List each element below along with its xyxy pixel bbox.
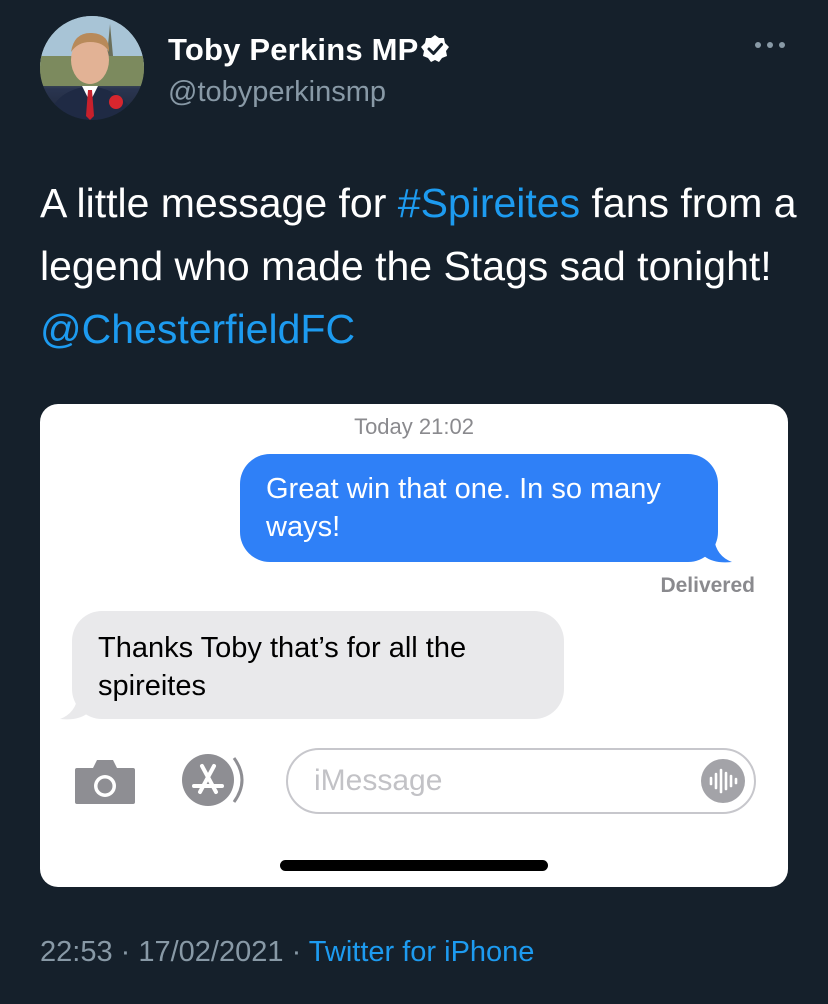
attached-image[interactable]: Today 21:02 Great win that one. In so ma… bbox=[40, 404, 788, 887]
mention-link[interactable]: @ChesterfieldFC bbox=[40, 306, 355, 352]
imessage-input[interactable]: iMessage bbox=[286, 748, 756, 814]
hashtag-link[interactable]: #Spireites bbox=[398, 180, 580, 226]
tweet-source-link[interactable]: Twitter for iPhone bbox=[309, 936, 535, 968]
app-store-icon[interactable] bbox=[178, 752, 254, 808]
avatar[interactable] bbox=[40, 16, 144, 120]
verified-badge-icon bbox=[421, 35, 449, 62]
camera-icon[interactable] bbox=[73, 756, 137, 806]
user-handle[interactable]: @tobyperkinsmp bbox=[168, 76, 386, 109]
display-name[interactable]: Toby Perkins MP bbox=[168, 32, 419, 68]
delivered-status: Delivered bbox=[660, 574, 755, 597]
footer-separator: · bbox=[283, 936, 309, 968]
message-timestamp: Today 21:02 bbox=[354, 414, 474, 439]
imessage-placeholder: iMessage bbox=[314, 764, 443, 797]
audio-message-icon[interactable] bbox=[700, 758, 746, 804]
avatar-photo-icon bbox=[40, 16, 144, 120]
incoming-message-bubble: Thanks Toby that’s for all the spireites bbox=[72, 611, 564, 719]
home-indicator bbox=[280, 860, 548, 871]
incoming-bubble-tail bbox=[60, 695, 88, 720]
tweet-date[interactable]: 17/02/2021 bbox=[138, 936, 283, 968]
outgoing-bubble-tail bbox=[704, 538, 732, 563]
more-options-icon[interactable] bbox=[753, 38, 787, 52]
tweet-time[interactable]: 22:53 bbox=[40, 936, 113, 968]
tweet-header: Toby Perkins MP @tobyperkinsmp bbox=[0, 0, 828, 140]
footer-separator: · bbox=[112, 936, 139, 968]
tweet-text-part1: A little message for bbox=[40, 180, 398, 226]
tweet-footer: 22:53 · 17/02/2021 · Twitter for iPhone bbox=[40, 936, 534, 969]
tweet-text: A little message for #Spireites fans fro… bbox=[40, 172, 800, 361]
outgoing-message-bubble: Great win that one. In so many ways! bbox=[240, 454, 718, 562]
